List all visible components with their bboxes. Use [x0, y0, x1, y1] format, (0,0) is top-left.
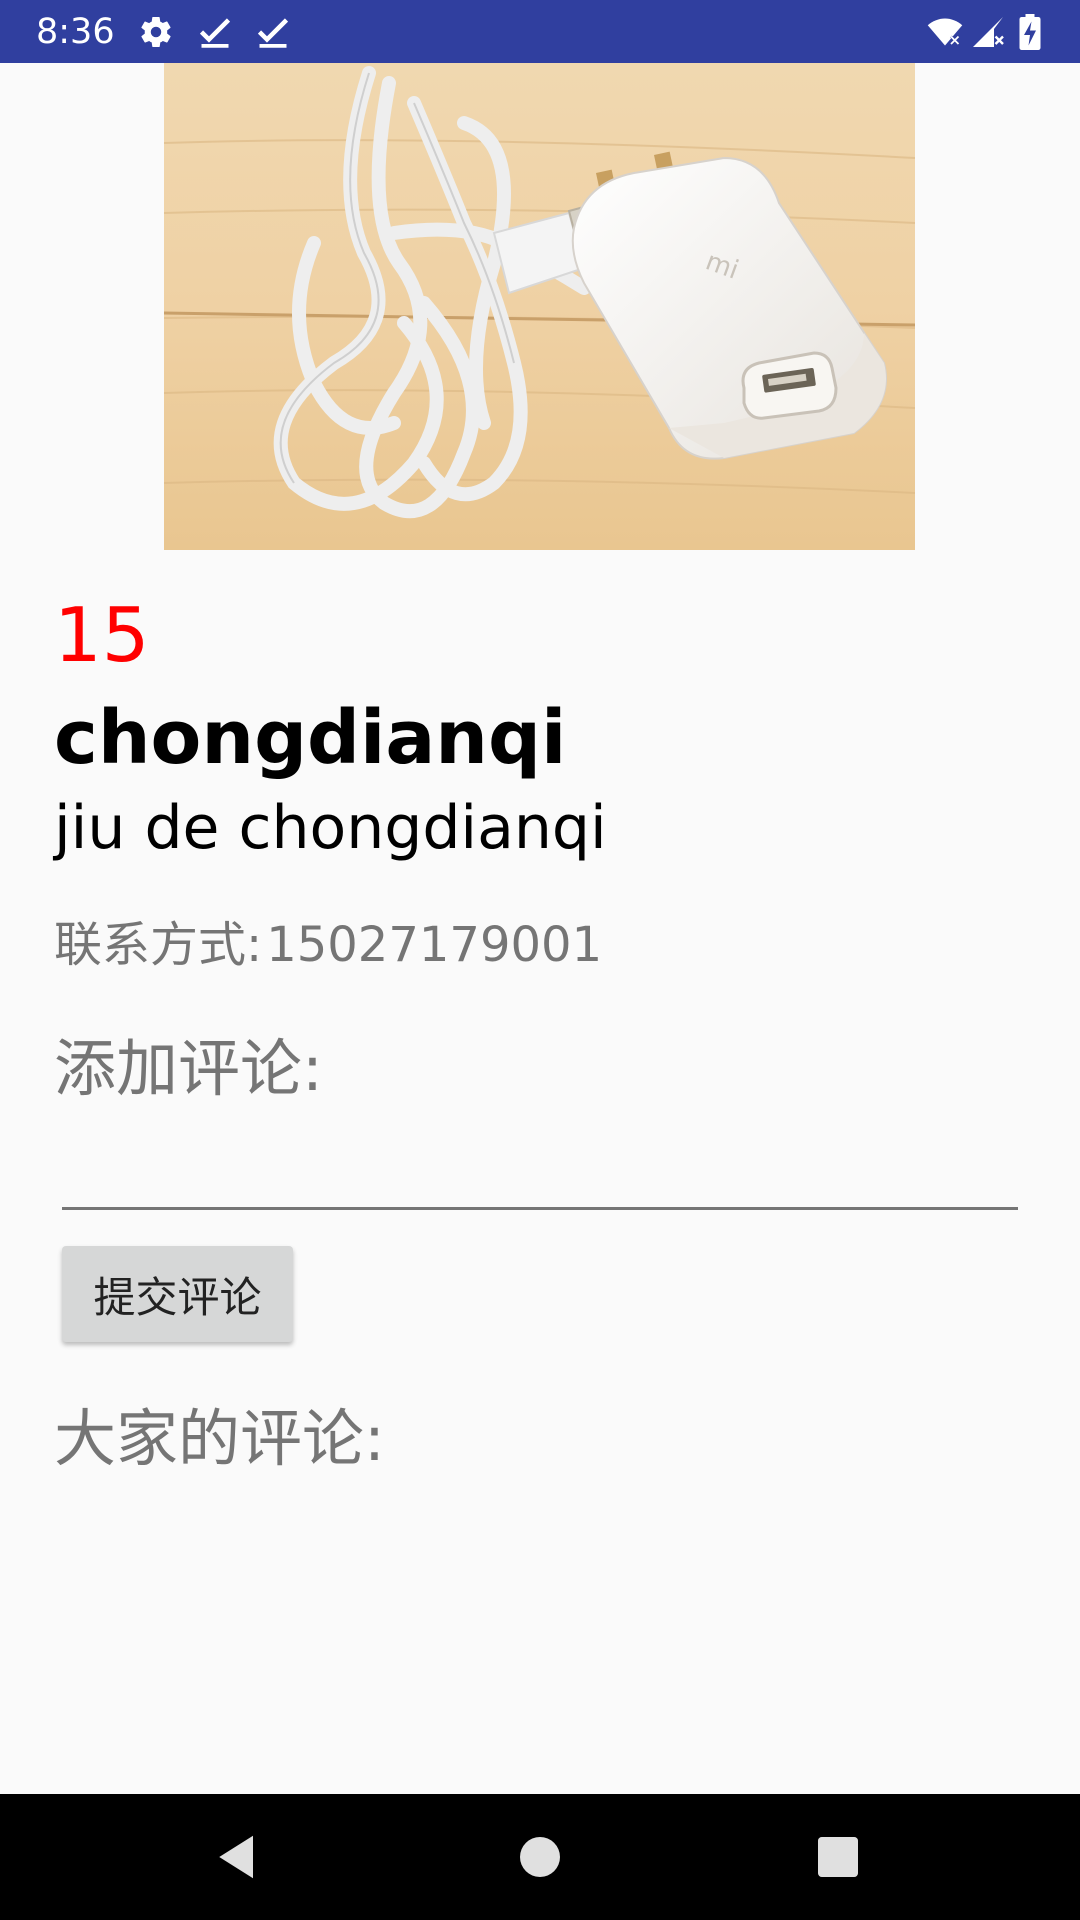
contact-label: 联系方式:: [54, 917, 263, 973]
status-bar: 8:36: [0, 0, 1080, 63]
contact-phone: 15027179001: [266, 917, 603, 973]
check-icon: [199, 18, 231, 48]
gear-icon: [141, 17, 171, 48]
screen: 8:36 mi 15 chongdianqi jiu de chongdianq…: [0, 0, 1080, 1920]
submit-comment-button[interactable]: 提交评论: [62, 1246, 293, 1342]
home-icon[interactable]: [510, 1827, 570, 1887]
contact-info: 联系方式:15027179001: [54, 915, 602, 975]
wifi-icon: [927, 18, 963, 46]
signal-icon: [973, 17, 1004, 47]
product-price: 15: [54, 591, 150, 679]
product-description: jiu de chongdianqi: [54, 793, 607, 863]
status-time: 8:36: [36, 12, 115, 52]
product-image: mi: [164, 63, 915, 550]
comments-label: 大家的评论:: [54, 1402, 385, 1475]
battery-charging-icon: [1019, 14, 1041, 50]
back-icon[interactable]: [208, 1827, 268, 1887]
check-icon: [257, 18, 289, 48]
usb-charger-photo: mi: [164, 63, 915, 550]
navigation-bar: [0, 1794, 1080, 1920]
recents-icon[interactable]: [808, 1827, 868, 1887]
add-comment-label: 添加评论:: [54, 1032, 323, 1105]
comment-input[interactable]: [62, 1130, 1018, 1210]
product-title: chongdianqi: [54, 695, 567, 781]
